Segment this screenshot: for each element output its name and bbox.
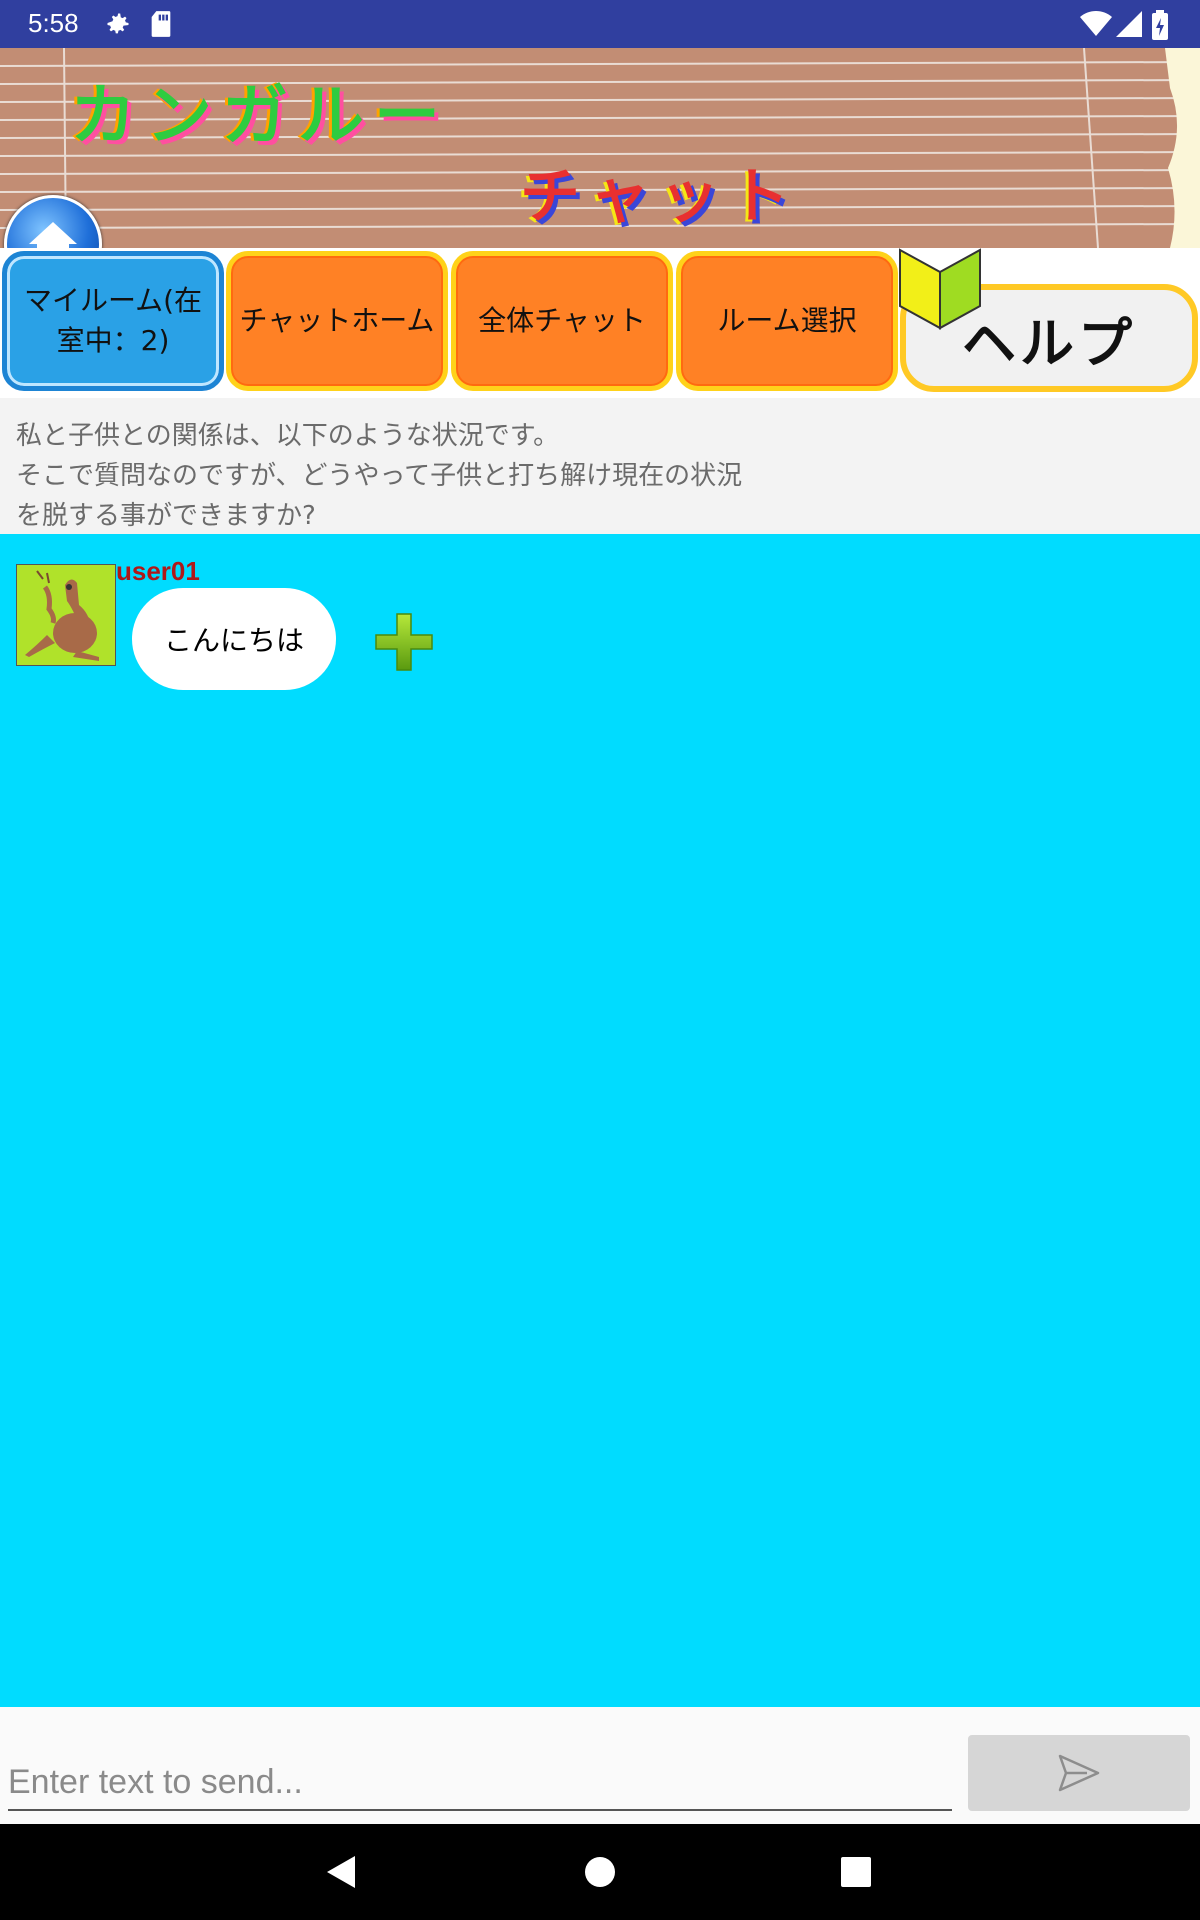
gear-icon (107, 13, 129, 34)
tab-chat-home-label: チャットホーム (239, 304, 435, 337)
chat-message-list[interactable]: user01 こんにちは (0, 534, 1200, 1707)
tab-my-room[interactable]: マイルーム(在室中：2) (2, 251, 224, 391)
recents-icon (841, 1857, 871, 1887)
status-time: 5:58 (28, 8, 79, 38)
tab-all-chat[interactable]: 全体チャット (451, 251, 673, 391)
message-input[interactable] (8, 1755, 952, 1811)
send-icon (1058, 1754, 1100, 1792)
send-button[interactable] (968, 1735, 1190, 1811)
tab-room-select-label: ルーム選択 (717, 304, 857, 337)
system-navigation-bar (0, 1824, 1200, 1920)
home-button[interactable] (4, 195, 102, 248)
message-bubble[interactable]: こんにちは (132, 588, 336, 690)
topic-line: そこで質問なのですが、どうやって子供と打ち解け現在の状況 (16, 461, 743, 491)
message-text: こんにちは (163, 624, 304, 657)
signal-icon (1116, 11, 1142, 37)
room-nav: マイルーム(在室中：2) チャットホーム 全体チャット ルーム選択 ヘルプ (0, 248, 1200, 398)
banner-title-line1: カンガルー (70, 77, 450, 154)
recents-button[interactable] (816, 1824, 896, 1920)
tab-my-room-label: マイルーム(在室中：2) (23, 284, 203, 357)
tab-room-select[interactable]: ルーム選択 (676, 251, 898, 391)
tab-all-chat-label: 全体チャット (478, 304, 646, 337)
tab-chat-home[interactable]: チャットホーム (226, 251, 448, 391)
help-button-label: ヘルプ (962, 311, 1136, 375)
topic-line: 私と子供との関係は、以下のような状況です。 (16, 421, 560, 451)
add-reaction-icon[interactable] (374, 612, 434, 672)
battery-icon (1152, 10, 1168, 40)
back-icon (327, 1856, 355, 1888)
home-icon (29, 222, 77, 248)
topic-line: を脱する事ができますか? (16, 501, 316, 531)
wifi-icon (1080, 11, 1112, 36)
kangaroo-icon (25, 570, 99, 661)
status-bar: 5:58 (0, 0, 1200, 48)
back-button[interactable] (302, 1824, 382, 1920)
message-username[interactable]: user01 (116, 556, 200, 587)
message-composer (0, 1707, 1200, 1824)
sd-card-icon (151, 11, 171, 37)
beginner-mark-icon (899, 248, 981, 330)
app-banner: カンガルー チャット (0, 48, 1200, 248)
room-topic: 私と子供との関係は、以下のような状況です。 そこで質問なのですが、どうやって子供… (0, 398, 1200, 534)
home-nav-button[interactable] (560, 1824, 640, 1920)
banner-title-line2: チャット (520, 162, 800, 232)
user-avatar[interactable] (16, 564, 116, 666)
home-circle-icon (585, 1857, 615, 1887)
